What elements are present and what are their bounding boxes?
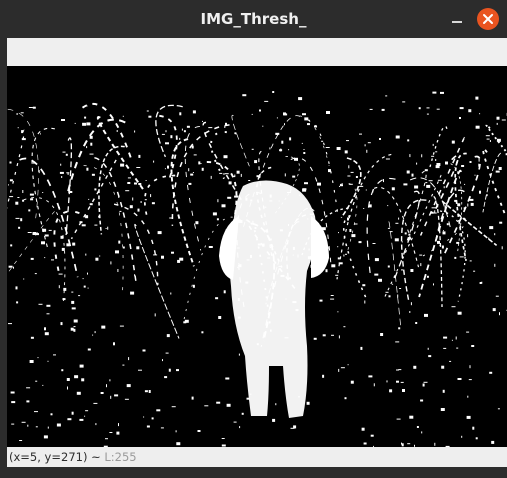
app-window: IMG_Thresh_ (x=5, y=271) ~ L:255 (0, 0, 507, 478)
minimize-button[interactable] (446, 8, 468, 30)
window-title: IMG_Thresh_ (200, 10, 307, 28)
status-bar: (x=5, y=271) ~ L:255 (7, 447, 507, 467)
image-canvas[interactable] (7, 66, 507, 447)
window-border-bottom (0, 467, 507, 478)
cursor-coordinates: (x=5, y=271) ~ (9, 450, 105, 464)
close-button[interactable] (477, 8, 499, 30)
window-border (0, 38, 7, 467)
toolbar (7, 38, 507, 66)
pixel-level: L:255 (104, 450, 137, 464)
threshold-image (7, 66, 507, 447)
close-icon (483, 14, 493, 24)
titlebar[interactable]: IMG_Thresh_ (0, 0, 507, 38)
minimize-icon (452, 21, 462, 23)
